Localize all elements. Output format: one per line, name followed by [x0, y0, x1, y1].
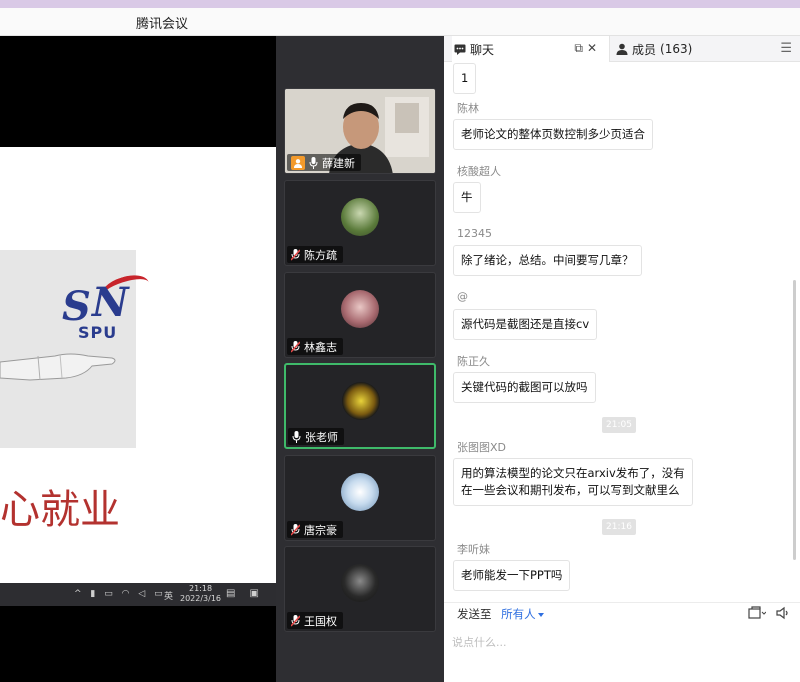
chat-sender: 12345 [457, 227, 492, 240]
chat-scrollbar-thumb[interactable] [793, 280, 796, 560]
chat-message-list[interactable]: 1 陈林 老师论文的整体页数控制多少页适合 核酸超人 牛 12345 除了绪论，… [444, 62, 792, 602]
chat-sender: 核酸超人 [457, 165, 501, 178]
chat-input[interactable] [452, 631, 782, 653]
chat-sender: 陈正久 [457, 355, 490, 368]
avatar [341, 473, 379, 511]
participant-label: 唐宗豪 [287, 521, 343, 538]
participant-name: 林鑫志 [304, 340, 337, 354]
tab-chat[interactable]: 聊天 ⧉✕ [452, 36, 610, 62]
chat-composer: 发送至 所有人 [444, 602, 800, 682]
tray-notification-icons: ▤▣ [226, 588, 273, 599]
chat-timestamp: 21:16 [602, 519, 636, 535]
mic-on-icon [309, 156, 318, 169]
chat-sender: 张图图XD [457, 441, 507, 454]
tray-clock: 21:18 2022/3/16 [180, 584, 221, 604]
host-badge-icon [291, 155, 305, 170]
avatar [341, 290, 379, 328]
shared-taskbar: ^ ▮ ▭ ◠ ◁ ▭ 英 21:18 2022/3/16 ▤▣ [0, 583, 276, 606]
video-tile-host[interactable]: 薛建新 [284, 88, 436, 174]
participant-label: 陈方疏 [287, 246, 343, 263]
video-tile-participant[interactable]: 陈方疏 [284, 180, 436, 266]
chat-bubble: 用的算法模型的论文只在arxiv发布了，没有 在一些会议和期刊发布，可以写到文献… [453, 458, 693, 506]
chat-scrollbar[interactable] [793, 62, 798, 602]
tab-members-label: 成员 [632, 42, 657, 57]
mic-on-icon [292, 430, 301, 443]
video-tile-active-speaker[interactable]: 张老师 [284, 363, 436, 449]
chat-icon [454, 44, 466, 55]
video-tile-participant[interactable]: 唐宗豪 [284, 455, 436, 541]
chat-timestamp: 21:05 [602, 417, 636, 433]
tab-members[interactable]: 成员 (163) [616, 36, 692, 62]
participant-label: 张老师 [288, 428, 344, 445]
mic-muted-icon [291, 340, 300, 353]
chat-bubble: 老师能发一下PPT吗 [453, 560, 571, 591]
window-title: 腾讯会议 [136, 17, 189, 32]
chat-bubble: 牛 [453, 182, 481, 213]
video-tile-participant[interactable]: 王国权 [284, 546, 436, 632]
shared-screen[interactable]: S N SPU 心就业 ^ ▮ ▭ ◠ ◁ ▭ 英 21:18 2022/3/1… [0, 36, 276, 682]
title-bar: 腾讯会议 [0, 8, 800, 36]
tray-date: 2022/3/16 [180, 594, 222, 603]
mic-muted-icon [291, 523, 300, 536]
chat-sender: @ [457, 290, 468, 303]
file-send-icon[interactable] [748, 606, 766, 620]
chat-bubble: 源代码是截图还是直接cv [453, 309, 598, 340]
send-to-dropdown[interactable]: 所有人 [501, 607, 544, 621]
tab-chat-actions: ⧉✕ [574, 41, 601, 56]
avatar [342, 382, 380, 420]
close-icon[interactable]: ✕ [587, 41, 601, 55]
participant-name: 陈方疏 [304, 248, 337, 262]
tab-chat-label: 聊天 [470, 42, 495, 57]
participant-label: 王国权 [287, 612, 343, 629]
chat-bubble: 1 [453, 63, 477, 94]
avatar [341, 198, 379, 236]
meeting-window: 腾讯会议 S N SPU 心就业 ^ ▮ ▭ ◠ ◁ ▭ 英 21:18 202… [0, 0, 800, 682]
mic-muted-icon [291, 614, 300, 627]
chat-bubble: 老师论文的整体页数控制多少页适合 [453, 119, 653, 150]
participant-name: 王国权 [304, 614, 337, 628]
logo-letter-n: N [92, 279, 129, 326]
avatar [341, 564, 379, 602]
send-to-row: 发送至 所有人 [457, 606, 544, 622]
participant-label: 林鑫志 [287, 338, 343, 355]
speaker-icon[interactable] [776, 606, 790, 620]
mic-muted-icon [291, 248, 300, 261]
side-panel: 聊天 ⧉✕ 成员 (163) ☰ 1 陈林 老师论文的整体页数控制多少页适合 核… [444, 36, 800, 682]
panel-tabs: 聊天 ⧉✕ 成员 (163) ☰ [444, 36, 800, 62]
video-tile-participant[interactable]: 林鑫志 [284, 272, 436, 358]
send-to-target: 所有人 [501, 607, 536, 621]
chat-sender: 李听妹 [457, 543, 490, 556]
participant-name: 薛建新 [322, 156, 355, 170]
tray-icons: ^ ▮ ▭ ◠ ◁ ▭ [74, 589, 166, 599]
chat-bubble: 除了绪论，总结。中间要写几章？ [453, 245, 642, 276]
send-to-label: 发送至 [457, 607, 492, 621]
chat-bubble-line: 在一些会议和期刊发布，可以写到文献里么 [461, 483, 680, 497]
members-icon [616, 43, 628, 55]
tray-time: 21:18 [188, 584, 213, 593]
chat-bubble: 关键代码的截图可以放吗 [453, 372, 596, 403]
os-menu-bar [0, 0, 800, 8]
slide-headline: 心就业 [0, 487, 120, 533]
ime-indicator: 英 [164, 592, 177, 602]
presentation-slide: S N SPU 心就业 [0, 147, 276, 583]
chevron-down-icon [537, 612, 544, 617]
panel-menu-icon[interactable]: ☰ [780, 41, 792, 56]
video-strip: 薛建新 陈方疏 林鑫志 张老师 唐宗豪 王国权 [276, 36, 444, 682]
participant-label: 薛建新 [287, 154, 361, 171]
logo-spu-text: SPU [78, 323, 118, 342]
tab-members-count: (163) [660, 42, 693, 56]
chat-bubble-line: 用的算法模型的论文只在arxiv发布了，没有 [461, 466, 685, 480]
participant-name: 唐宗豪 [304, 523, 337, 537]
popout-icon[interactable]: ⧉ [574, 41, 587, 55]
chat-sender: 陈林 [457, 102, 479, 115]
robot-hand-image [0, 353, 116, 381]
participant-name: 张老师 [305, 430, 338, 444]
composer-tools [748, 606, 790, 620]
